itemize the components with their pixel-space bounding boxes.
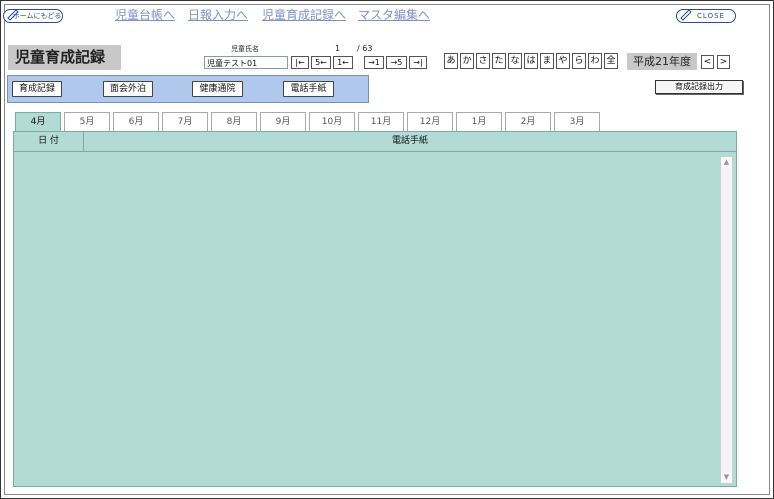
tab-month-2[interactable]: 2月 [505,112,551,131]
column-header-date: 日 付 [14,132,84,151]
fiscal-year-label: 平成21年度 [627,53,697,70]
record-type-menubar: 育成記録 面会外泊 健康通院 電話手紙 [7,75,369,103]
tab-month-6[interactable]: 6月 [113,112,159,131]
kana-filter-wa[interactable]: わ [588,53,602,69]
kana-filter-na[interactable]: な [508,53,522,69]
nav-link-daily-report[interactable]: 日報入力へ [188,6,248,23]
tab-month-12[interactable]: 12月 [407,112,453,131]
nav-link-master-edit[interactable]: マスタ編集へ [358,6,430,23]
pen-icon [7,9,19,21]
kana-filter-ka[interactable]: か [460,53,474,69]
kana-filter-all[interactable]: 全 [604,53,618,69]
close-button[interactable]: CLOSE [676,9,736,23]
tab-month-11[interactable]: 11月 [358,112,404,131]
kana-filter-ha[interactable]: は [524,53,538,69]
records-table: 日 付 電話手紙 ▲ ▼ [13,131,737,487]
export-development-record-button[interactable]: 育成記録出力 [655,80,743,94]
scroll-up-icon[interactable]: ▲ [721,157,732,168]
menu-phone-letter-button[interactable]: 電話手紙 [283,81,334,97]
last-record-button[interactable]: →| [409,56,427,69]
back-1-button[interactable]: 1← [333,56,353,69]
column-header-phone-letter: 電話手紙 [391,136,428,146]
child-name-label: 児童氏名 [231,45,259,53]
kana-filter-ta[interactable]: た [492,53,506,69]
record-total: / 63 [357,44,373,53]
table-scrollbar[interactable]: ▲ ▼ [720,156,733,484]
tab-month-8[interactable]: 8月 [211,112,257,131]
menu-development-record-button[interactable]: 育成記録 [12,81,62,97]
tab-month-1[interactable]: 1月 [456,112,502,131]
nav-link-child-register[interactable]: 児童台帳へ [115,6,175,23]
first-record-button[interactable]: |← [291,56,309,69]
table-header: 日 付 電話手紙 [14,132,736,152]
prev-year-button[interactable]: < [701,55,714,69]
tab-month-7[interactable]: 7月 [162,112,208,131]
menu-health-hospital-button[interactable]: 健康通院 [192,81,243,97]
kana-filter-ya[interactable]: や [556,53,570,69]
home-button[interactable]: ホームにもどる [3,9,63,23]
page-title: 児童育成記録 [8,45,121,70]
kana-filter-sa[interactable]: さ [476,53,490,69]
forward-5-button[interactable]: →5 [386,56,407,69]
nav-link-child-development[interactable]: 児童育成記録へ [262,6,346,23]
tab-month-10[interactable]: 10月 [309,112,355,131]
menu-visit-overnight-button[interactable]: 面会外泊 [103,81,153,97]
child-name-field[interactable]: 児童テスト01 [204,56,288,69]
tab-month-4[interactable]: 4月 [15,112,61,132]
kana-filter-a[interactable]: あ [444,53,458,69]
back-5-button[interactable]: 5← [311,56,331,69]
kana-filter-ra[interactable]: ら [572,53,586,69]
forward-1-button[interactable]: →1 [364,56,384,69]
tab-month-5[interactable]: 5月 [64,112,110,131]
pen-icon [680,9,692,21]
scroll-down-icon[interactable]: ▼ [721,472,732,483]
record-index: 1 [335,44,341,53]
kana-filter-ma[interactable]: ま [540,53,554,69]
tab-month-3[interactable]: 3月 [554,112,600,131]
tab-month-9[interactable]: 9月 [260,112,306,131]
next-year-button[interactable]: > [717,55,730,69]
